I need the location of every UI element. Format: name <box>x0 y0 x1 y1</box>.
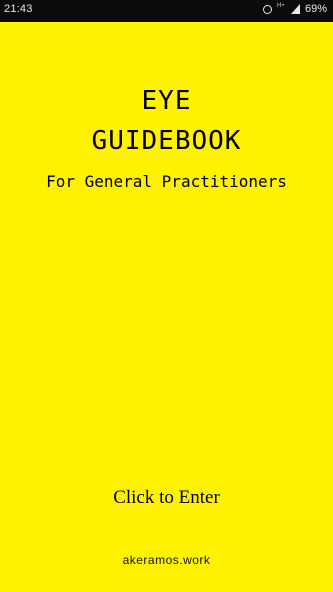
app-title-line1: EYE <box>141 86 192 116</box>
status-time: 21:43 <box>4 3 33 15</box>
status-icons: H+ 69% <box>262 3 327 15</box>
battery-percentage: 69% <box>304 3 327 15</box>
app-subtitle: For General Practitioners <box>46 172 287 191</box>
network-type-icon: H+ <box>276 3 285 9</box>
signal-icon <box>290 4 300 14</box>
status-bar: 21:43 H+ 69% <box>0 0 333 22</box>
app-title-line2: GUIDEBOOK <box>91 126 242 156</box>
enter-button[interactable]: Click to Enter <box>84 484 249 512</box>
splash-screen: 21:43 H+ 69% EYE GUIDEBOOK For General P… <box>0 0 333 592</box>
alarm-icon <box>262 4 272 14</box>
footer-link[interactable]: akeramos.work <box>0 553 333 567</box>
